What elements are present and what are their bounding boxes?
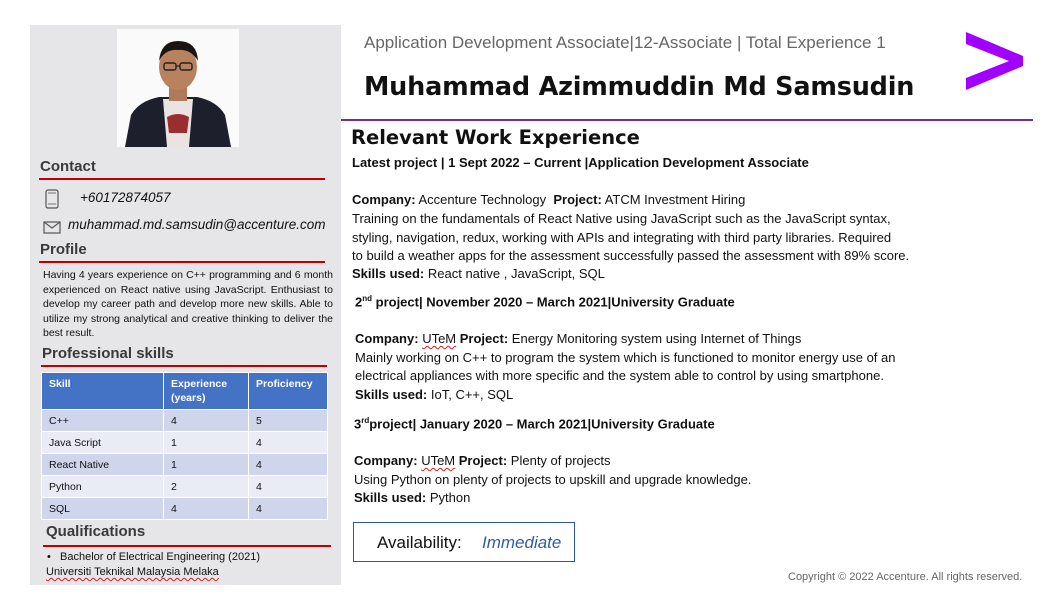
envelope-icon bbox=[43, 219, 61, 238]
third-project-heading: 3rdproject| January 2020 – March 2021|Un… bbox=[354, 416, 715, 431]
skill-experience: 1 bbox=[163, 431, 249, 454]
skills-title: Professional skills bbox=[42, 345, 174, 362]
skill-name: React Native bbox=[41, 453, 164, 476]
second-desc-line: Mainly working on C++ to program the sys… bbox=[355, 350, 896, 365]
header-subtitle: Application Development Associate|12-Ass… bbox=[364, 33, 886, 52]
contact-divider bbox=[39, 178, 325, 180]
skills-used-value: React native , JavaScript, SQL bbox=[427, 266, 605, 281]
latest-project-heading: Latest project | 1 Sept 2022 – Current |… bbox=[352, 155, 809, 170]
second-project-heading: 2nd project| November 2020 – March 2021|… bbox=[355, 294, 735, 309]
heading-text: project| November 2020 – March 2021|Univ… bbox=[372, 294, 735, 310]
second-desc-line: electrical appliances with more specific… bbox=[355, 368, 884, 383]
qualification-item: • Bachelor of Electrical Engineering (20… bbox=[47, 550, 260, 565]
skills-header-experience: Experience (years) bbox=[163, 372, 249, 410]
availability-label: Availability: bbox=[377, 533, 462, 552]
company-value: UTeM bbox=[421, 453, 456, 468]
project-label: Project: bbox=[553, 192, 602, 207]
contact-phone[interactable]: +60172874057 bbox=[80, 190, 170, 205]
skill-name: SQL bbox=[41, 497, 164, 520]
third-desc-line: Using Python on plenty of projects to up… bbox=[354, 472, 752, 487]
table-row: SQL 4 4 bbox=[41, 497, 328, 520]
profile-summary: Having 4 years experience on C++ program… bbox=[43, 269, 333, 340]
sidebar: Contact +60172874057 muhammad.md.samsudi… bbox=[30, 25, 341, 585]
third-company-line: Company: UTeM Project: Plenty of project… bbox=[354, 453, 611, 468]
qualifications-divider bbox=[43, 545, 331, 547]
bullet: • bbox=[47, 551, 61, 563]
skills-used-label: Skills used: bbox=[355, 387, 428, 402]
latest-skills-line: Skills used: React native , JavaScript, … bbox=[352, 266, 605, 281]
profile-title: Profile bbox=[40, 241, 87, 258]
skill-experience: 4 bbox=[163, 497, 249, 520]
mobile-phone-icon bbox=[45, 189, 59, 213]
skill-proficiency: 4 bbox=[248, 453, 328, 476]
skills-table: Skill Experience (years) Proficiency C++… bbox=[41, 372, 328, 520]
skills-header-skill: Skill bbox=[41, 372, 164, 410]
contact-title: Contact bbox=[40, 158, 96, 175]
company-label: Company: bbox=[354, 453, 418, 468]
company-label: Company: bbox=[352, 192, 416, 207]
project-value: Energy Monitoring system using Internet … bbox=[511, 331, 802, 346]
company-value: UTeM bbox=[422, 331, 457, 346]
project-label: Project: bbox=[458, 453, 508, 468]
qualification-university: Universiti Teknikal Malaysia Melaka bbox=[46, 566, 219, 578]
second-skills-line: Skills used: IoT, C++, SQL bbox=[355, 387, 513, 402]
skills-divider bbox=[41, 365, 327, 367]
copyright-text: Copyright © 2022 Accenture. All rights r… bbox=[788, 571, 1023, 583]
contact-email[interactable]: muhammad.md.samsudin@accenture.com bbox=[68, 217, 326, 232]
skill-name: C++ bbox=[41, 409, 164, 432]
skill-proficiency: 4 bbox=[248, 475, 328, 498]
skills-used-value: Python bbox=[429, 490, 471, 505]
project-value: ATCM Investment Hiring bbox=[604, 192, 746, 207]
skill-name: Python bbox=[41, 475, 164, 498]
availability-box: Availability: Immediate bbox=[353, 522, 575, 562]
second-company-line: Company: UTeM Project: Energy Monitoring… bbox=[355, 331, 801, 346]
qualifications-title: Qualifications bbox=[46, 523, 146, 540]
qualification-degree: Bachelor of Electrical Engineering (2021… bbox=[60, 551, 260, 563]
header-divider bbox=[341, 119, 1033, 121]
latest-desc-line: Training on the fundamentals of React Na… bbox=[352, 211, 891, 226]
skill-name: Java Script bbox=[41, 431, 164, 454]
profile-divider bbox=[39, 261, 325, 263]
candidate-name: Muhammad Azimmuddin Md Samsudin bbox=[364, 72, 915, 102]
skills-header-proficiency: Proficiency bbox=[248, 372, 328, 410]
profile-photo bbox=[117, 29, 239, 147]
skill-proficiency: 4 bbox=[248, 431, 328, 454]
table-row: React Native 1 4 bbox=[41, 453, 328, 476]
latest-company-line: Company: Accenture Technology Project: A… bbox=[352, 192, 745, 207]
project-value: Plenty of projects bbox=[510, 453, 611, 468]
company-label: Company: bbox=[355, 331, 419, 346]
heading-text: project| January 2020 – March 2021|Unive… bbox=[369, 416, 715, 432]
project-label: Project: bbox=[459, 331, 509, 346]
third-skills-line: Skills used: Python bbox=[354, 490, 470, 505]
skills-header-row: Skill Experience (years) Proficiency bbox=[41, 372, 328, 410]
latest-desc-line: to build a weather apps for the assessme… bbox=[352, 248, 910, 263]
skill-proficiency: 5 bbox=[248, 409, 328, 432]
skill-experience: 4 bbox=[163, 409, 249, 432]
accenture-greater-than-logo bbox=[963, 30, 1025, 92]
skill-experience: 1 bbox=[163, 453, 249, 476]
company-value: Accenture Technology bbox=[418, 192, 547, 207]
skills-used-value: IoT, C++, SQL bbox=[430, 387, 514, 402]
skills-used-label: Skills used: bbox=[354, 490, 427, 505]
qualification-university-line: Universiti Teknikal Malaysia Melaka bbox=[46, 565, 260, 580]
table-row: Java Script 1 4 bbox=[41, 431, 328, 454]
skill-experience: 2 bbox=[163, 475, 249, 498]
latest-desc-line: styling, navigation, redux, working with… bbox=[352, 230, 892, 245]
skills-used-label: Skills used: bbox=[352, 266, 425, 281]
qualifications-list: • Bachelor of Electrical Engineering (20… bbox=[46, 550, 260, 580]
experience-title: Relevant Work Experience bbox=[351, 126, 640, 149]
availability-value: Immediate bbox=[482, 533, 562, 552]
table-row: C++ 4 5 bbox=[41, 409, 328, 432]
table-row: Python 2 4 bbox=[41, 475, 328, 498]
ordinal-suffix: nd bbox=[362, 294, 373, 303]
skill-proficiency: 4 bbox=[248, 497, 328, 520]
